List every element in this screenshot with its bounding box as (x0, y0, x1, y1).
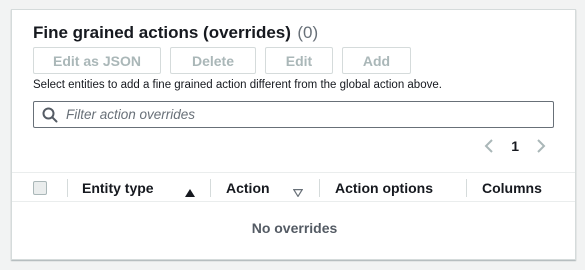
edit-as-json-button[interactable]: Edit as JSON (33, 47, 161, 74)
search-icon (42, 107, 58, 123)
column-header-entity-type[interactable]: Entity type (82, 173, 154, 203)
pagination: 1 (481, 136, 549, 156)
column-divider (466, 179, 467, 197)
column-divider (67, 179, 68, 197)
add-button[interactable]: Add (342, 47, 411, 74)
filter-box[interactable] (33, 101, 554, 128)
table-header: Entity type Action Action options Column… (12, 172, 575, 203)
description-text: Select entities to add a fine grained ac… (33, 79, 442, 91)
filter-input[interactable] (66, 107, 526, 122)
chevron-right-icon[interactable] (533, 136, 549, 156)
column-header-action-options[interactable]: Action options (335, 173, 433, 203)
sort-ascending-icon[interactable] (185, 184, 195, 202)
panel-header: Fine grained actions (overrides) (0) (33, 23, 318, 43)
sort-descending-icon[interactable] (292, 184, 304, 202)
column-header-action[interactable]: Action (226, 173, 270, 203)
delete-button[interactable]: Delete (170, 47, 256, 74)
action-buttons: Edit as JSON Delete Edit Add (33, 47, 411, 74)
column-divider (319, 179, 320, 197)
current-page[interactable]: 1 (511, 138, 519, 154)
panel-title: Fine grained actions (overrides) (33, 23, 291, 42)
column-divider (210, 179, 211, 197)
edit-button[interactable]: Edit (265, 47, 333, 74)
override-count: (0) (297, 23, 319, 42)
empty-state-text: No overrides (251, 220, 338, 236)
column-header-columns[interactable]: Columns (482, 173, 542, 203)
chevron-left-icon[interactable] (481, 136, 497, 156)
overrides-panel: Fine grained actions (overrides) (0) Edi… (11, 9, 576, 260)
select-all-checkbox[interactable] (33, 181, 47, 195)
